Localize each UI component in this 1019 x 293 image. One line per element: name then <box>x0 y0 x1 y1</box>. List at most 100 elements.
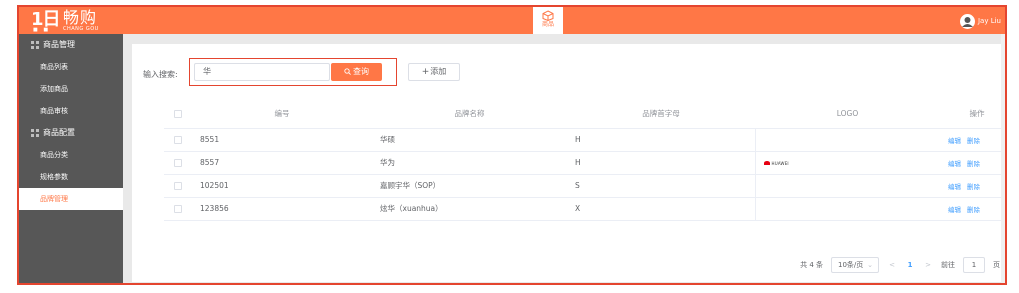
logo[interactable]: 1日 ■ ■ 畅购 CHANG GOU <box>31 8 121 33</box>
next-page-button[interactable]: > <box>923 261 933 269</box>
logo-wordmark: HUAWEI <box>771 160 789 166</box>
column-header-letter: 品牌首字母 <box>567 100 755 129</box>
delete-link[interactable]: 删除 <box>967 137 980 145</box>
sidebar-item-category[interactable]: 商品分类 <box>19 144 123 166</box>
cell-letter: H <box>567 151 755 175</box>
main-content: 输入搜索: 华 查询 +添加 编号 品牌名称 品牌首字母 LOGO 操作 855… <box>132 44 1005 282</box>
brand-table: 编号 品牌名称 品牌首字母 LOGO 操作 8551 华硕 H 编辑 删除 85… <box>164 100 1005 221</box>
avatar <box>959 13 975 29</box>
logo-text: 畅购 <box>63 8 98 27</box>
logo-dots: ■ ■ <box>33 27 51 33</box>
table-row: 123856 炫华（xuanhua） X 编辑 删除 <box>164 197 1005 221</box>
huawei-logo: HUAWEI <box>763 160 789 166</box>
row-checkbox[interactable] <box>164 128 192 152</box>
tab-products-label: 商品 <box>541 21 554 28</box>
user-avatar-icon <box>961 16 973 27</box>
sidebar-item-add-product[interactable]: 添加商品 <box>19 78 123 100</box>
chevron-down-icon: ⌄ <box>867 261 873 269</box>
grid-icon <box>31 41 39 49</box>
table-row: 8557 华为 H HUAWEI 编辑 删除 <box>164 151 1005 175</box>
cell-id: 123856 <box>192 197 372 221</box>
search-button[interactable]: 查询 <box>331 63 382 81</box>
delete-link[interactable]: 删除 <box>967 160 980 168</box>
edit-link[interactable]: 编辑 <box>948 183 961 191</box>
search-label: 输入搜索: <box>143 70 178 79</box>
goto-label: 前往 <box>941 261 955 269</box>
sidebar-item-spec-params[interactable]: 规格参数 <box>19 166 123 188</box>
app-window: 1日 ■ ■ 畅购 CHANG GOU 商品 Jay Liu 商品管理 商品列表… <box>17 5 1007 285</box>
search-button-label: 查询 <box>353 67 369 76</box>
table-header-row: 编号 品牌名称 品牌首字母 LOGO 操作 <box>164 100 1005 129</box>
select-all-checkbox[interactable] <box>164 100 192 129</box>
huawei-petal-icon <box>763 161 770 165</box>
cell-name: 华为 <box>372 151 567 175</box>
page-size-select[interactable]: 10条/页 ⌄ <box>831 257 879 273</box>
row-checkbox[interactable] <box>164 174 192 198</box>
search-icon <box>344 68 351 75</box>
add-button-label: 添加 <box>430 67 447 76</box>
cell-name: 炫华（xuanhua） <box>372 197 567 221</box>
cell-id: 102501 <box>192 174 372 198</box>
sidebar: 商品管理 商品列表 添加商品 商品审核 商品配置 商品分类 规格参数 品牌管理 <box>19 34 123 283</box>
checkbox-icon <box>174 159 182 167</box>
pagination-total: 共 4 条 <box>800 261 823 269</box>
sidebar-item-product-review[interactable]: 商品审核 <box>19 100 123 122</box>
user-name: Jay Liu <box>977 17 1001 25</box>
delete-link[interactable]: 删除 <box>967 183 980 191</box>
page-size-value: 10条/页 <box>838 261 864 269</box>
scrollbar[interactable] <box>1001 34 1005 283</box>
cell-actions: 编辑 删除 <box>940 174 1005 198</box>
cell-name: 华硕 <box>372 128 567 152</box>
search-input[interactable]: 华 <box>194 63 330 81</box>
column-header-actions: 操作 <box>940 100 1005 129</box>
sidebar-item-brand-management[interactable]: 品牌管理 <box>19 188 123 210</box>
cell-actions: 编辑 删除 <box>940 128 1005 152</box>
cell-letter: H <box>567 128 755 152</box>
edit-link[interactable]: 编辑 <box>948 206 961 214</box>
sidebar-group-product-config[interactable]: 商品配置 <box>19 122 123 144</box>
top-bar: 1日 ■ ■ 畅购 CHANG GOU 商品 Jay Liu <box>19 7 1005 34</box>
prev-page-button[interactable]: < <box>887 261 897 269</box>
add-button[interactable]: +添加 <box>408 63 460 81</box>
edit-link[interactable]: 编辑 <box>948 137 961 145</box>
cell-logo: HUAWEI <box>754 151 940 175</box>
sidebar-group-product-management[interactable]: 商品管理 <box>19 34 123 56</box>
checkbox-icon <box>174 110 182 119</box>
row-checkbox[interactable] <box>164 151 192 175</box>
checkbox-icon <box>174 136 182 144</box>
cell-logo <box>754 197 940 221</box>
cell-letter: X <box>567 197 755 221</box>
column-header-name: 品牌名称 <box>372 100 567 129</box>
cell-id: 8557 <box>192 151 372 175</box>
box-icon <box>542 10 554 21</box>
cell-actions: 编辑 删除 <box>940 197 1005 221</box>
page-unit-label: 页 <box>993 261 1000 269</box>
cell-actions: 编辑 删除 <box>940 151 1005 175</box>
delete-link[interactable]: 删除 <box>967 206 980 214</box>
cell-logo <box>754 128 940 152</box>
sidebar-item-product-list[interactable]: 商品列表 <box>19 56 123 78</box>
plus-icon: + <box>421 67 430 77</box>
page-number-current[interactable]: 1 <box>905 261 915 269</box>
cell-id: 8551 <box>192 128 372 152</box>
edit-link[interactable]: 编辑 <box>948 160 961 168</box>
user-menu[interactable]: Jay Liu <box>959 13 1001 29</box>
table-row: 8551 华硕 H 编辑 删除 <box>164 128 1005 152</box>
sidebar-group-label: 商品配置 <box>43 128 75 137</box>
column-header-id: 编号 <box>192 100 372 129</box>
search-bar: 输入搜索: 华 查询 +添加 <box>132 44 1004 86</box>
cell-logo <box>754 174 940 198</box>
sidebar-group-label: 商品管理 <box>43 40 75 49</box>
tab-products[interactable]: 商品 <box>533 7 563 34</box>
pagination: 共 4 条 10条/页 ⌄ < 1 > 前往 1 页 <box>800 257 1000 273</box>
logo-subtext: CHANG GOU <box>63 26 99 32</box>
checkbox-icon <box>174 182 182 190</box>
cell-letter: S <box>567 174 755 198</box>
cell-name: 嘉顾宇华（SOP） <box>372 174 567 198</box>
column-header-logo: LOGO <box>755 100 940 129</box>
grid-icon <box>31 129 39 137</box>
goto-page-input[interactable]: 1 <box>963 257 985 273</box>
row-checkbox[interactable] <box>164 197 192 221</box>
checkbox-icon <box>174 205 182 213</box>
table-row: 102501 嘉顾宇华（SOP） S 编辑 删除 <box>164 174 1005 198</box>
